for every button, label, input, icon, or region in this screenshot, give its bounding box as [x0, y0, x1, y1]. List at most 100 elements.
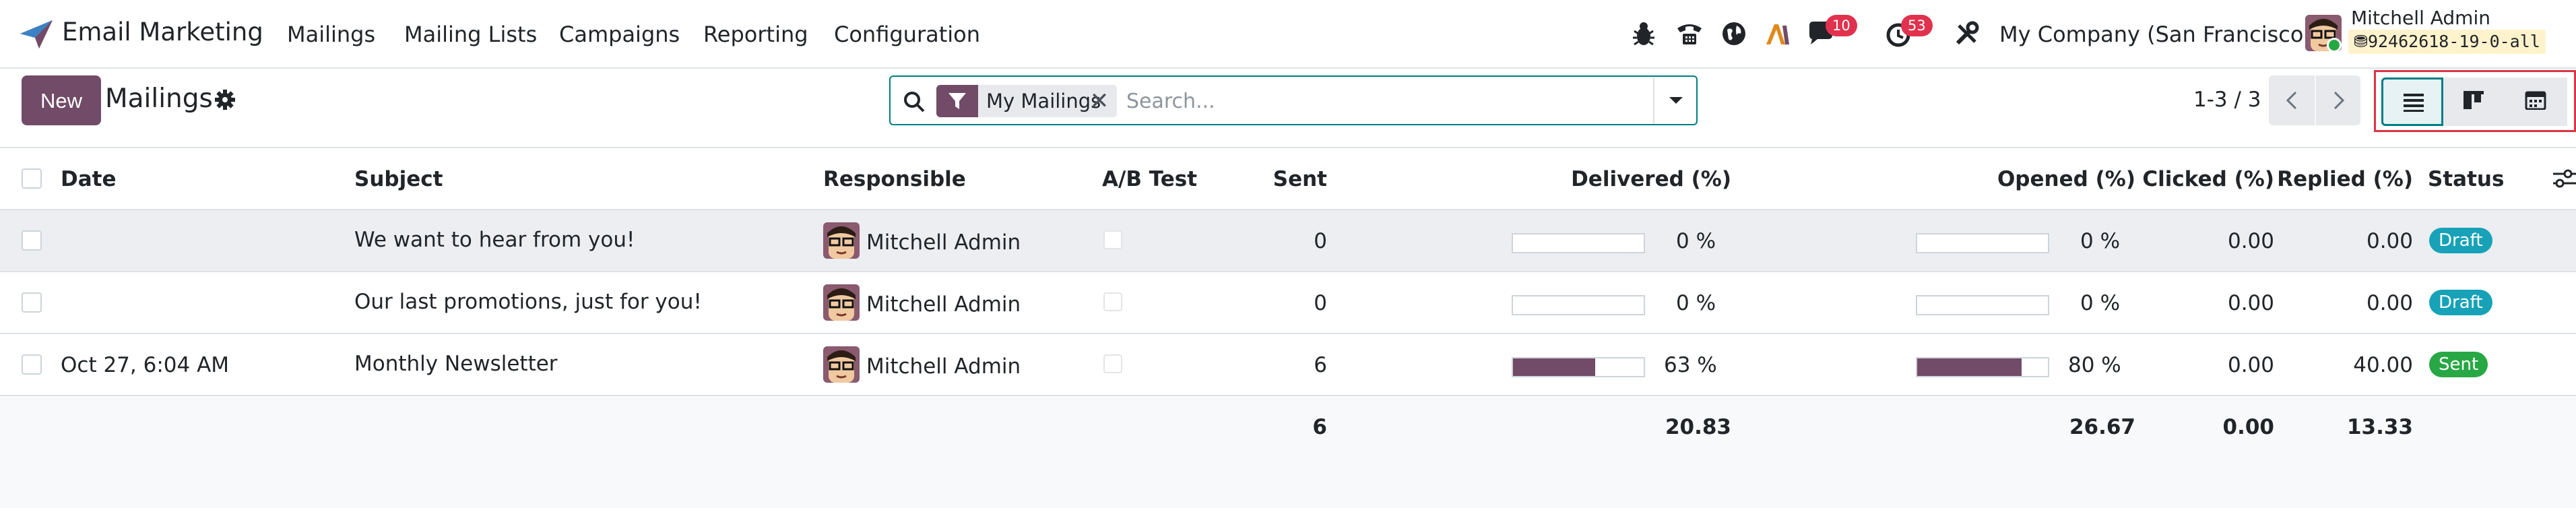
search-input[interactable] [1125, 84, 1597, 119]
row-subject: We want to hear from you! [354, 228, 635, 252]
globe-icon[interactable] [1718, 18, 1750, 50]
database-name: 92462618-19-0-all [2367, 32, 2540, 51]
column-header-status[interactable]: Status [2428, 167, 2504, 191]
select-all-checkbox[interactable] [22, 168, 42, 189]
activities-count-badge: 53 [1901, 15, 1933, 36]
table-row[interactable]: We want to hear from you! Mitchell Admin… [0, 210, 2576, 272]
row-sent: 0 [1314, 229, 1327, 253]
status-badge: Sent [2429, 352, 2488, 377]
row-opened-label: 80 % [2068, 353, 2121, 377]
column-header-delivered[interactable]: Delivered (%) [1462, 167, 1731, 191]
row-responsible: Mitchell Admin [866, 354, 1021, 379]
tools-icon[interactable] [1951, 18, 1983, 50]
list-view-icon [2404, 94, 2424, 112]
menu-campaigns[interactable]: Campaigns [559, 22, 680, 47]
opened-progress-bar [1916, 233, 2049, 253]
menu-reporting[interactable]: Reporting [703, 22, 808, 47]
opened-progress-bar [1916, 295, 2049, 315]
row-subject: Monthly Newsletter [354, 352, 558, 376]
row-replied: 0.00 [2366, 229, 2413, 253]
row-sent: 6 [1314, 353, 1327, 377]
filter-icon [948, 93, 966, 109]
page-title: Mailings [105, 84, 213, 114]
table-header: Date Subject Responsible A/B Test Sent D… [0, 147, 2576, 210]
column-header-responsible[interactable]: Responsible [823, 167, 966, 191]
chevron-down-icon [1669, 97, 1683, 104]
total-sent: 6 [1312, 415, 1327, 439]
responsible-avatar [823, 346, 860, 383]
column-header-sent[interactable]: Sent [1192, 167, 1327, 191]
list-empty-area [0, 459, 2576, 508]
column-header-clicked[interactable]: Clicked (%) [2139, 167, 2274, 191]
kanban-view-button[interactable] [2443, 77, 2505, 126]
menu-configuration[interactable]: Configuration [834, 22, 980, 47]
database-badge: ⛃92462618-19-0-all [2348, 30, 2546, 54]
company-switcher[interactable]: My Company (San Francisco) [1999, 22, 2312, 47]
column-header-opened[interactable]: Opened (%) [1866, 167, 2135, 191]
database-icon: ⛃ [2354, 32, 2368, 51]
row-subject: Our last promotions, just for you! [354, 290, 702, 314]
row-sent: 0 [1314, 291, 1327, 315]
row-replied: 40.00 [2353, 353, 2413, 377]
row-responsible: Mitchell Admin [866, 292, 1021, 317]
phone-icon[interactable] [1673, 18, 1706, 50]
opened-progress-bar [1916, 357, 2049, 377]
row-checkbox[interactable] [22, 292, 42, 313]
search-icon[interactable] [901, 89, 927, 115]
table-row[interactable]: Oct 27, 6:04 AM Monthly Newsletter Mitch… [0, 334, 2576, 396]
row-ab-test-checkbox [1103, 354, 1122, 373]
search-options-toggle[interactable] [1653, 77, 1696, 124]
column-header-replied[interactable]: Replied (%) [2277, 167, 2413, 191]
chevron-left-icon [2286, 91, 2297, 110]
row-clicked: 0.00 [2227, 353, 2274, 377]
pager-next-button[interactable] [2315, 75, 2360, 125]
column-header-ab-test[interactable]: A/B Test [1102, 167, 1197, 191]
delivered-progress-bar [1512, 295, 1645, 315]
menu-mailings[interactable]: Mailings [287, 22, 375, 47]
gear-icon[interactable] [214, 89, 236, 110]
status-badge: Draft [2429, 290, 2492, 315]
filter-facet-icon [936, 85, 978, 117]
opened-progress-fill [1917, 358, 2022, 376]
kanban-view-icon [2464, 91, 2484, 109]
row-responsible: Mitchell Admin [866, 230, 1021, 255]
pager-value[interactable]: 1-3 / 3 [2193, 88, 2261, 112]
total-opened: 26.67 [2069, 415, 2135, 439]
row-delivered-label: 0 % [1676, 229, 1716, 253]
list-view-button[interactable] [2381, 77, 2443, 126]
top-navbar: Email Marketing Mailings Mailing Lists C… [0, 0, 2576, 69]
app-logo-icon[interactable] [19, 19, 54, 50]
chevron-right-icon [2333, 91, 2345, 110]
row-ab-test-checkbox [1103, 292, 1122, 311]
bug-icon[interactable] [1628, 18, 1660, 50]
status-badge: Draft [2429, 228, 2492, 253]
user-status-indicator [2327, 38, 2342, 53]
row-checkbox[interactable] [22, 230, 42, 251]
column-header-subject[interactable]: Subject [354, 167, 443, 191]
search-bar: My Mailings ✕ [889, 75, 1698, 125]
table-row[interactable]: Our last promotions, just for you! Mitch… [0, 272, 2576, 334]
column-header-date[interactable]: Date [61, 167, 117, 191]
delivered-progress-bar [1512, 233, 1645, 253]
row-opened-label: 0 % [2080, 291, 2121, 315]
messages-count-badge: 10 [1826, 15, 1857, 36]
row-checkbox[interactable] [22, 354, 42, 375]
ai-icon[interactable] [1761, 18, 1793, 50]
row-ab-test-checkbox [1103, 230, 1122, 249]
responsible-avatar [823, 222, 860, 259]
user-name[interactable]: Mitchell Admin [2351, 7, 2490, 29]
menu-mailing-lists[interactable]: Mailing Lists [404, 22, 537, 47]
row-clicked: 0.00 [2227, 291, 2274, 315]
row-opened-label: 0 % [2080, 229, 2121, 253]
total-clicked: 0.00 [2222, 415, 2275, 439]
pager-previous-button[interactable] [2269, 75, 2315, 125]
calendar-view-button[interactable] [2505, 77, 2567, 126]
calendar-view-icon [2525, 91, 2546, 110]
row-date: Oct 27, 6:04 AM [61, 353, 230, 377]
new-button[interactable]: New [22, 75, 101, 125]
app-name[interactable]: Email Marketing [62, 18, 263, 46]
responsible-avatar [823, 284, 860, 321]
optional-columns-icon[interactable] [2549, 166, 2576, 193]
facet-remove-icon[interactable]: ✕ [1086, 85, 1113, 117]
table-totals-row: 6 20.83 26.67 0.00 13.33 [0, 396, 2576, 459]
